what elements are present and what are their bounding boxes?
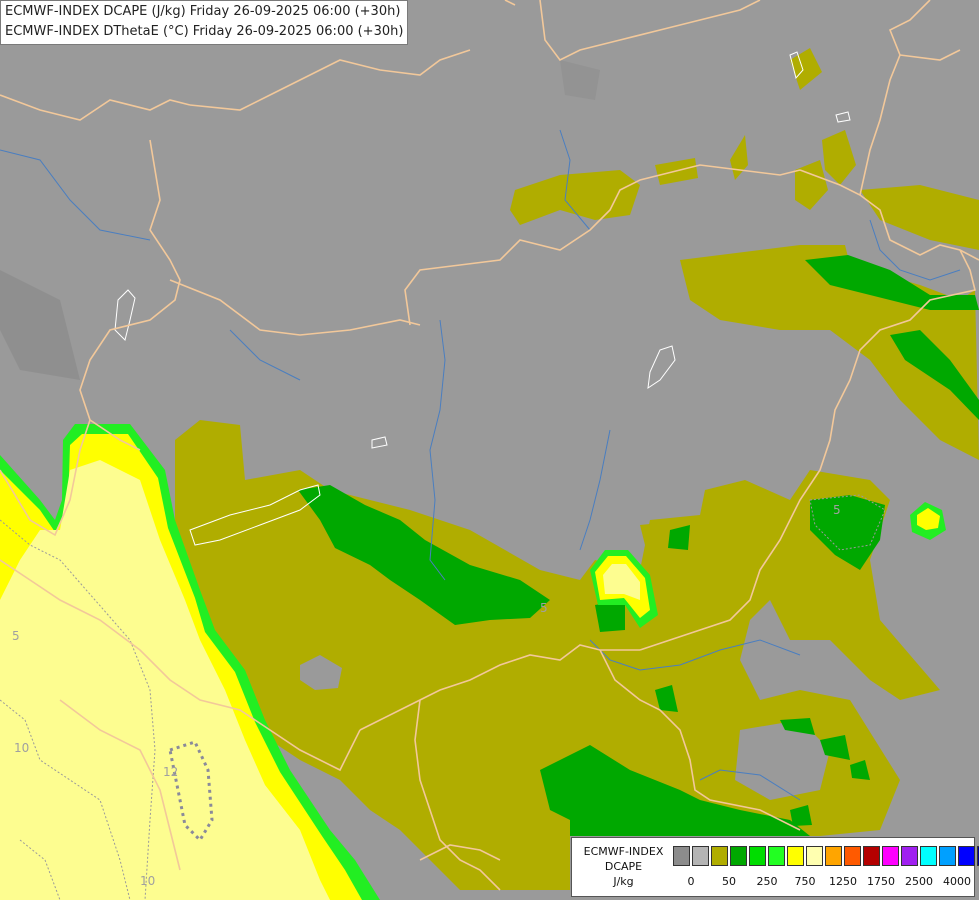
legend-tick-label: 750: [794, 875, 816, 888]
legend-swatch: [958, 846, 975, 866]
legend-swatch: [749, 846, 766, 866]
legend-swatch: [787, 846, 804, 866]
map-title-box: ECMWF-INDEX DCAPE (J/kg) Friday 26-09-20…: [0, 0, 409, 45]
legend-label-model: ECMWF-INDEX: [583, 845, 664, 858]
legend-tick-label: 4000: [943, 875, 971, 888]
legend-swatch: [673, 846, 690, 866]
legend-swatch: [711, 846, 728, 866]
legend-tick-label: 1250: [829, 875, 857, 888]
legend-label-variable: DCAPE: [604, 860, 643, 873]
dcape-map: 5 10 12 10 5 5: [0, 0, 979, 900]
legend-tick-label: 1750: [867, 875, 895, 888]
dcape-legend: ECMWF-INDEX DCAPE J/kg 0 50 250 750 1250 1750…: [571, 837, 979, 897]
contour-label: 12: [163, 765, 178, 779]
legend-swatch: [692, 846, 709, 866]
title-dcape: ECMWF-INDEX DCAPE (J/kg) Friday 26-09-20…: [5, 4, 401, 19]
contour-label: 5: [12, 629, 20, 643]
legend-tick-label: 50: [722, 875, 736, 888]
legend-label: ECMWF-INDEX DCAPE J/kg: [576, 844, 671, 889]
legend-swatch: [863, 846, 880, 866]
legend-swatch: [901, 846, 918, 866]
legend-swatch: [920, 846, 937, 866]
legend-label-unit: J/kg: [613, 875, 634, 888]
legend-swatch: [844, 846, 861, 866]
legend-swatch: [825, 846, 842, 866]
legend-swatch: [768, 846, 785, 866]
contour-label: 10: [140, 874, 155, 888]
contour-label: 5: [540, 601, 548, 615]
legend-swatch: [939, 846, 956, 866]
legend-swatch: [730, 846, 747, 866]
contour-label: 10: [14, 741, 29, 755]
legend-tick-label: 250: [756, 875, 778, 888]
legend-swatch: [806, 846, 823, 866]
weather-map: 5 10 12 10 5 5 ECMWF-INDEX DCAPE (J/kg) …: [0, 0, 979, 900]
title-dthetae: ECMWF-INDEX DThetaE (°C) Friday 26-09-20…: [5, 24, 404, 39]
legend-swatch: [882, 846, 899, 866]
legend-swatches: [673, 846, 979, 866]
legend-tick-label: 2500: [905, 875, 933, 888]
legend-tick-label: 0: [687, 875, 695, 888]
contour-label: 5: [833, 503, 841, 517]
